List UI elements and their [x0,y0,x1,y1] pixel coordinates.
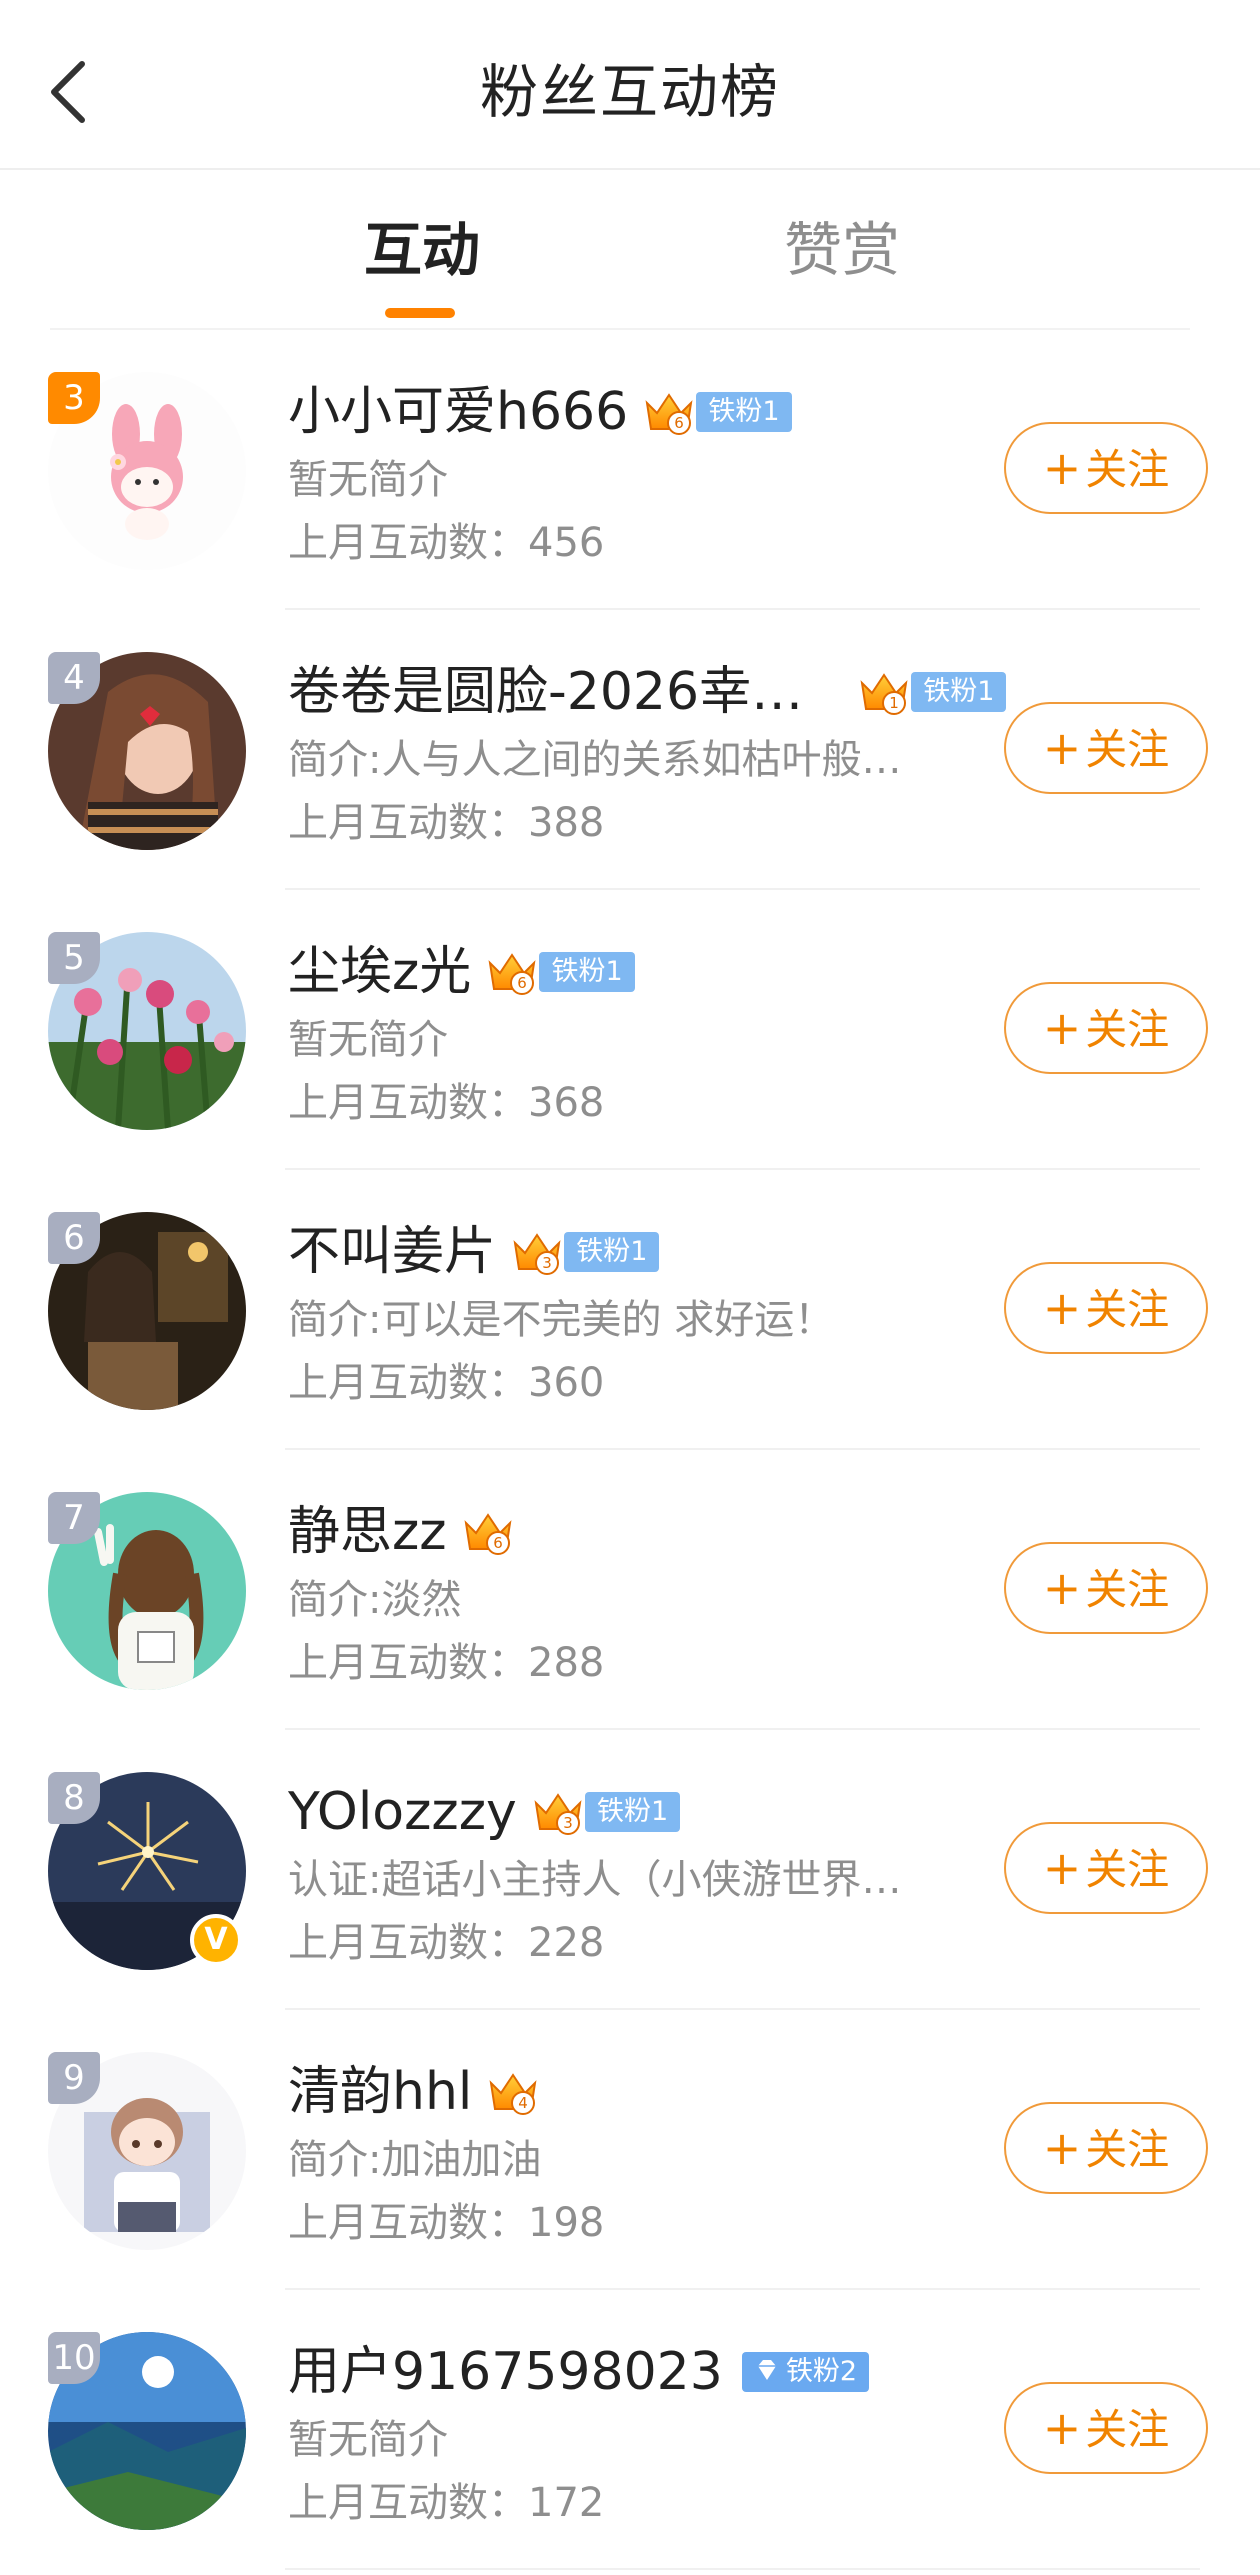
interaction-count: 上月互动数：456 [288,520,605,566]
fan-ranking-list: 3 小小可爱h666 6 铁粉1 暂无简介 上月互动数：456 +关注 4 卷卷… [0,330,1260,2570]
follow-button[interactable]: +关注 [1004,1262,1208,1354]
user-bio: 认证:超话小主持人（小侠游世界… [288,1857,902,1903]
crown-level-icon: 3 [513,1233,561,1275]
fan-tag: 铁粉1 [696,392,792,432]
user-name[interactable]: YOlozzzy [288,1782,517,1842]
crown-level-icon: 6 [645,393,693,435]
fan-tag: 铁粉1 [584,1792,681,1832]
interaction-count: 上月互动数：288 [288,1640,605,1686]
plus-icon: + [1042,1281,1082,1335]
follow-button[interactable]: +关注 [1004,1542,1208,1634]
user-bio: 简介:可以是不完美的 求好运！ [288,1297,835,1343]
svg-text:3: 3 [542,1254,552,1272]
fan-tag: 铁粉1 [911,672,1007,712]
plus-icon: + [1042,2121,1082,2175]
follow-button[interactable]: +关注 [1004,2102,1208,2194]
avatar[interactable]: 10 [48,2332,246,2530]
crown-level-icon: 6 [488,953,536,995]
rank-badge: 5 [48,932,100,984]
user-name[interactable]: 不叫姜片 [288,1222,496,1282]
user-bio: 暂无简介 [288,2417,448,2463]
svg-text:6: 6 [675,414,685,432]
crown-level-icon: 6 [464,1513,512,1555]
user-name[interactable]: 静思zz [288,1502,447,1562]
list-item[interactable]: 10 用户9167598023 铁粉2 暂无简介 上月互动数：172 +关注 [0,2290,1260,2570]
interaction-count: 上月互动数：388 [288,800,605,846]
crown-level-icon: 4 [490,2073,537,2115]
plus-icon: + [1042,1841,1082,1895]
active-tab-indicator [385,308,455,318]
follow-button[interactable]: +关注 [1004,982,1208,1074]
follow-button[interactable]: +关注 [1004,1822,1208,1914]
user-bio: 简介:人与人之间的关系如枯叶般… [288,737,902,783]
interaction-count: 上月互动数：198 [288,2200,605,2246]
user-name[interactable]: 用户9167598023 [288,2342,723,2402]
avatar[interactable]: 8 V [48,1772,246,1970]
rank-badge: 9 [48,2052,100,2104]
plus-icon: + [1042,721,1082,775]
user-name[interactable]: 尘埃z光 [288,942,471,1002]
user-bio: 简介:加油加油 [288,2137,542,2183]
tab-bar: 互动 赞赏 [0,170,1260,330]
list-item[interactable]: 9 清韵hhl 4 简介:加油加油 上月互动数：198 +关注 [0,2010,1260,2290]
rank-badge: 8 [48,1772,100,1824]
follow-button[interactable]: +关注 [1004,422,1208,514]
rank-badge: 10 [48,2332,100,2384]
diamond-icon [757,2360,776,2380]
user-name[interactable]: 清韵hhl [288,2062,472,2122]
fan-tag: 铁粉2 [741,2352,870,2392]
interaction-count: 上月互动数：228 [288,1920,605,1966]
rank-badge: 6 [48,1212,100,1264]
rank-badge: 4 [48,652,100,704]
rank-badge: 3 [48,372,100,424]
user-bio: 简介:淡然 [288,1577,462,1623]
fan-tag: 铁粉1 [564,1232,660,1272]
rank-badge: 7 [48,1492,100,1544]
verified-badge-icon: V [190,1914,242,1966]
avatar[interactable]: 3 [48,372,246,570]
plus-icon: + [1042,2401,1082,2455]
list-item[interactable]: 7 静思zz 6 简介:淡然 上月互动数：288 +关注 [0,1450,1260,1730]
svg-text:1: 1 [889,694,899,712]
user-name[interactable]: 小小可爱h666 [288,382,628,442]
tab-appreciation[interactable]: 赞赏 [784,210,900,290]
fan-tag: 铁粉1 [539,952,635,992]
user-bio: 暂无简介 [288,457,448,503]
crown-level-icon: 3 [534,1793,582,1835]
svg-text:6: 6 [518,974,528,992]
user-name[interactable]: 卷卷是圆脸-2026幸… [288,662,803,722]
list-item[interactable]: 3 小小可爱h666 6 铁粉1 暂无简介 上月互动数：456 +关注 [0,330,1260,610]
list-item[interactable]: 8 V YOlozzzy 3 铁粉1 认证:超话小主持人（小侠游世界… 上月互动… [0,1730,1260,2010]
list-item[interactable]: 4 卷卷是圆脸-2026幸… 1 铁粉1 简介:人与人之间的关系如枯叶般… 上月… [0,610,1260,890]
plus-icon: + [1042,1001,1082,1055]
interaction-count: 上月互动数：360 [288,1360,605,1406]
list-item[interactable]: 6 不叫姜片 3 铁粉1 简介:可以是不完美的 求好运！ 上月互动数：360 +… [0,1170,1260,1450]
follow-button[interactable]: +关注 [1004,2382,1208,2474]
interaction-count: 上月互动数：368 [288,1080,605,1126]
avatar[interactable]: 7 [48,1492,246,1690]
plus-icon: + [1042,1561,1082,1615]
interaction-count: 上月互动数：172 [288,2480,605,2526]
avatar[interactable]: 6 [48,1212,246,1410]
avatar[interactable]: 4 [48,652,246,850]
follow-button[interactable]: +关注 [1004,702,1208,794]
tab-interaction[interactable]: 互动 [364,210,480,290]
divider [285,2568,1200,2570]
user-bio: 暂无简介 [288,1017,448,1063]
crown-level-icon: 1 [860,673,908,715]
list-item[interactable]: 5 尘埃z光 6 铁粉1 暂无简介 上月互动数：368 +关注 [0,890,1260,1170]
avatar[interactable]: 9 [48,2052,246,2250]
top-bar: 粉丝互动榜 [0,0,1260,170]
plus-icon: + [1042,441,1082,495]
page-title: 粉丝互动榜 [479,58,780,126]
svg-text:6: 6 [493,1534,503,1552]
avatar[interactable]: 5 [48,932,246,1130]
svg-text:3: 3 [563,1814,573,1832]
svg-text:4: 4 [519,2094,529,2112]
